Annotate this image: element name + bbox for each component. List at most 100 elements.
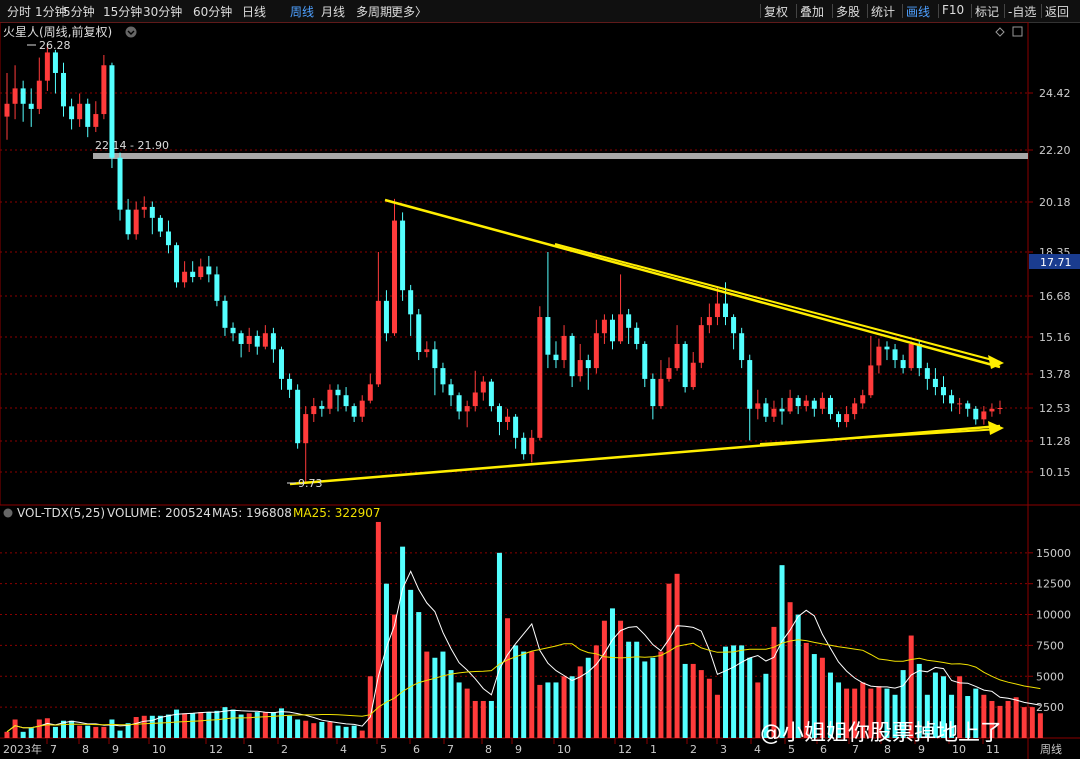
- time-axis-label: 10: [152, 743, 166, 756]
- horizontal-level-line[interactable]: [93, 153, 1028, 159]
- price-axis-ticks: 24.4222.2020.1818.3516.6815.1613.7812.53…: [1028, 87, 1071, 479]
- candle-body: [327, 389, 333, 409]
- volume-bar: [553, 682, 559, 738]
- candle-body: [416, 314, 422, 353]
- candle-body: [101, 65, 107, 115]
- candle-body: [61, 72, 67, 107]
- ma25-value: MA25: 322907: [293, 506, 381, 520]
- candle-body: [706, 317, 712, 326]
- candle-body: [650, 378, 656, 407]
- toolbar-action-6[interactable]: 标记: [975, 3, 999, 20]
- toolbar-divider: [902, 4, 903, 18]
- toolbar-tab-8[interactable]: 月线: [321, 3, 345, 20]
- volume-bar: [464, 688, 470, 738]
- volume-bar: [440, 651, 446, 738]
- candle-body: [553, 354, 559, 361]
- toolbar-action-1[interactable]: 叠加: [800, 3, 824, 20]
- candle-body: [924, 368, 930, 379]
- volume-bar: [488, 700, 494, 738]
- candle-body: [940, 387, 946, 396]
- ma5-value: MA5: 196808: [212, 506, 292, 520]
- volume-bar: [561, 676, 567, 738]
- candle-body: [157, 217, 163, 232]
- volume-bar: [569, 676, 575, 738]
- time-axis-label: 1: [650, 743, 657, 756]
- volume-bar: [416, 612, 422, 738]
- volume-bar: [383, 583, 389, 738]
- toolbar-action-0[interactable]: 复权: [764, 3, 788, 20]
- volume-bar: [262, 712, 268, 738]
- indicator-menu-icon[interactable]: [3, 508, 13, 518]
- candle-body: [537, 317, 543, 438]
- candle-body: [303, 414, 309, 444]
- toolbar-tab-6[interactable]: 日线: [242, 3, 266, 20]
- candle-body: [682, 343, 688, 388]
- volume-bar: [731, 645, 737, 738]
- candle-body: [618, 314, 624, 342]
- toolbar-action-5[interactable]: F10: [942, 3, 964, 17]
- volume-bar: [634, 641, 640, 738]
- time-axis-label: 2023年: [3, 742, 42, 756]
- candle-body: [666, 368, 672, 379]
- candle-body: [190, 271, 196, 278]
- lower-trendline-b[interactable]: [759, 428, 1001, 445]
- period-label: 周线: [1040, 742, 1062, 756]
- toolbar-tab-0[interactable]: 分时: [7, 3, 31, 20]
- candle-body: [287, 378, 293, 390]
- candlestick-series: [4, 45, 1003, 484]
- toolbar-action-2[interactable]: 多股: [836, 3, 860, 20]
- volume-bar: [278, 708, 284, 738]
- time-axis-label: 7: [50, 743, 57, 756]
- time-axis-label: 8: [485, 743, 492, 756]
- toolbar-tab-9[interactable]: 多周期: [356, 3, 392, 20]
- current-price: 17.71: [1040, 256, 1072, 269]
- time-axis-label: 6: [413, 743, 420, 756]
- volume-bar: [480, 700, 486, 738]
- candle-body: [642, 343, 648, 379]
- toolbar-tab-1[interactable]: 1分钟: [35, 3, 67, 20]
- toolbar-tab-2[interactable]: 5分钟: [63, 3, 95, 20]
- toolbar-action-7[interactable]: -自选: [1008, 3, 1036, 20]
- chevron-down-icon[interactable]: [125, 26, 137, 38]
- candle-body: [634, 327, 640, 344]
- toolbar-tab-10[interactable]: 更多〉: [391, 3, 427, 20]
- upper-trendline-b[interactable]: [554, 243, 1001, 363]
- toolbar-action-8[interactable]: 返回: [1045, 3, 1069, 20]
- volume-bar: [706, 678, 712, 738]
- price-tick-label: 13.78: [1039, 368, 1071, 381]
- window-icon[interactable]: [1012, 26, 1023, 37]
- volume-tick-label: 15000: [1036, 547, 1071, 560]
- toolbar-tab-7[interactable]: 周线: [290, 3, 314, 20]
- toolbar-tab-3[interactable]: 15分钟: [103, 3, 142, 20]
- candle-body: [440, 368, 446, 385]
- volume-tick-label: 2500: [1036, 701, 1064, 714]
- time-axis-label: 9: [515, 743, 522, 756]
- high-price-label: 26.28: [39, 39, 71, 52]
- volume-bar: [424, 651, 430, 738]
- time-axis-label: 8: [82, 743, 89, 756]
- toolbar-action-4[interactable]: 画线: [906, 3, 930, 20]
- upper-trendline-a[interactable]: [384, 198, 1001, 369]
- candle-body: [844, 414, 850, 422]
- watermark: @小姐姐你股票掉地上了: [760, 721, 1002, 746]
- candle-body: [561, 335, 567, 361]
- toolbar-divider: [1041, 4, 1042, 18]
- volume-bar: [408, 589, 414, 738]
- toolbar-divider: [760, 4, 761, 18]
- candle-body: [214, 274, 220, 301]
- price-tick-label: 15.16: [1039, 331, 1071, 344]
- volume-bar: [165, 714, 171, 738]
- toolbar-action-3[interactable]: 统计: [871, 3, 895, 20]
- candle-body: [424, 349, 430, 353]
- candle-body: [343, 395, 349, 407]
- volume-bar: [44, 718, 50, 738]
- toolbar-divider: [832, 4, 833, 18]
- toolbar-tab-5[interactable]: 60分钟: [193, 3, 232, 20]
- candle-body: [408, 290, 414, 315]
- volume-bar: [52, 726, 58, 738]
- diamond-icon[interactable]: [995, 27, 1005, 37]
- candle-body: [149, 206, 155, 218]
- candle-body: [165, 231, 171, 246]
- toolbar-tab-4[interactable]: 30分钟: [143, 3, 182, 20]
- volume-bar: [739, 645, 745, 738]
